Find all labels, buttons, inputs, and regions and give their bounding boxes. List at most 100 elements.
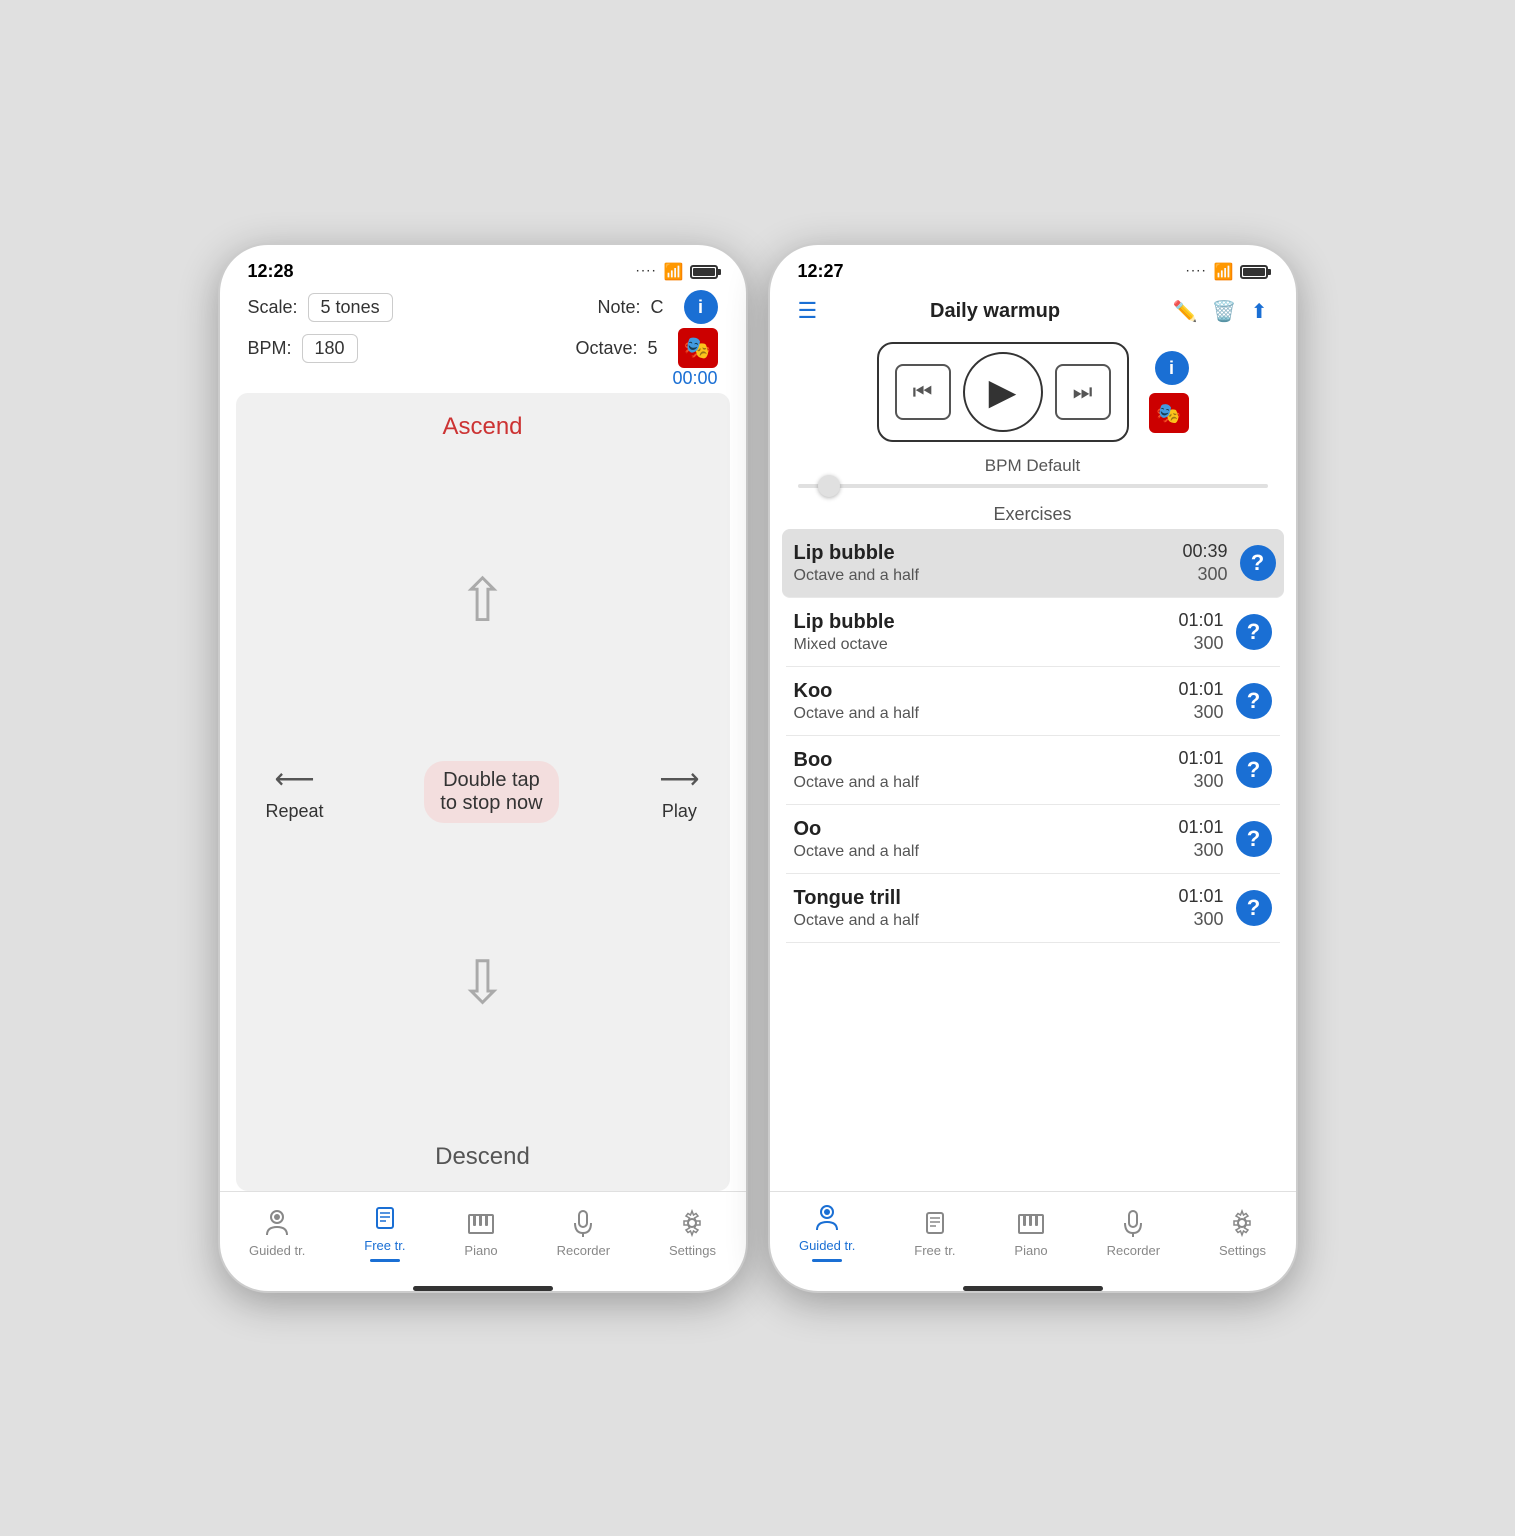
exercise-name-4: Oo [794, 818, 1179, 841]
note-value: C [651, 297, 664, 318]
help-button-0[interactable]: ? [1240, 545, 1276, 581]
exercise-bpm-5: 300 [1193, 909, 1223, 930]
exercise-time-4: 01:01 [1178, 817, 1223, 838]
header-row2: BPM: 180 Octave: 5 🎭 [220, 328, 746, 368]
player-section: ⏮ ▶ ⏭ i 🎭 [770, 332, 1296, 452]
phone1-free-training: 12:28 ···· 📶 Scale: 5 tones Note: C i BP… [218, 243, 748, 1293]
exercise-meta-2: 01:01 300 [1178, 679, 1223, 723]
tab-settings-label-1: Settings [669, 1243, 716, 1258]
free-tr-icon-1 [369, 1202, 401, 1234]
exercise-item-4[interactable]: Oo Octave and a half 01:01 300 ? [786, 805, 1280, 874]
tab-guided-1[interactable]: Guided tr. [249, 1207, 305, 1258]
double-tap-hint: Double tapto stop now [424, 761, 558, 823]
exercise-meta-0: 00:39 300 [1182, 541, 1227, 585]
note-label: Note: [597, 297, 640, 318]
exercise-meta-1: 01:01 300 [1178, 610, 1223, 654]
exercise-time-1: 01:01 [1178, 610, 1223, 631]
exercise-item-2[interactable]: Koo Octave and a half 01:01 300 ? [786, 667, 1280, 736]
player-side-icons: i 🎭 [1149, 351, 1189, 433]
tab-free-2[interactable]: Free tr. [914, 1207, 955, 1258]
exercise-name-3: Boo [794, 749, 1179, 772]
exercise-info-4: Oo Octave and a half [794, 818, 1179, 861]
exercise-bpm-1: 300 [1193, 633, 1223, 654]
battery-icon-1 [690, 265, 718, 279]
settings-icon-2 [1226, 1207, 1258, 1239]
hamburger-menu-icon[interactable]: ☰ [798, 298, 818, 324]
play-label: Play [662, 801, 697, 822]
bpm-slider[interactable] [770, 484, 1296, 496]
help-button-4[interactable]: ? [1236, 821, 1272, 857]
info-button-2[interactable]: i [1155, 351, 1189, 385]
status-icons-2: ···· 📶 [1186, 262, 1267, 282]
info-button-1[interactable]: i [684, 290, 718, 324]
slider-thumb[interactable] [818, 475, 840, 497]
exercise-info-1: Lip bubble Mixed octave [794, 611, 1179, 654]
tab-bar-2: Guided tr. Free tr. Pia [770, 1191, 1296, 1282]
delete-icon[interactable]: 🗑️ [1212, 299, 1237, 324]
help-button-3[interactable]: ? [1236, 752, 1272, 788]
exercise-sub-1: Mixed octave [794, 636, 1179, 654]
status-icons-1: ···· 📶 [636, 262, 717, 282]
prev-button[interactable]: ⏮ [895, 364, 951, 420]
mask-icon-2[interactable]: 🎭 [1149, 393, 1189, 433]
help-button-1[interactable]: ? [1236, 614, 1272, 650]
signal-dots-1: ···· [636, 266, 657, 277]
recorder-icon-1 [567, 1207, 599, 1239]
nav-bar-2: ☰ Daily warmup ✏️ 🗑️ ⬆ [770, 290, 1296, 332]
edit-icon[interactable]: ✏️ [1173, 299, 1198, 324]
tab-piano-2[interactable]: Piano [1014, 1207, 1047, 1258]
play-pause-button[interactable]: ▶ [963, 352, 1043, 432]
player-controls: ⏮ ▶ ⏭ [877, 342, 1129, 442]
descend-label: Descend [435, 1143, 530, 1171]
play-arrow-icon: ⟶ [659, 762, 699, 795]
settings-icon-1 [676, 1207, 708, 1239]
help-button-5[interactable]: ? [1236, 890, 1272, 926]
help-button-2[interactable]: ? [1236, 683, 1272, 719]
free-tr-icon-2 [919, 1207, 951, 1239]
repeat-button[interactable]: ⟵ Repeat [266, 762, 324, 822]
arrow-down-icon: ⇩ [457, 953, 507, 1013]
wifi-icon-2: 📶 [1214, 262, 1234, 282]
status-bar-2: 12:27 ···· 📶 [770, 245, 1296, 290]
exercise-item-3[interactable]: Boo Octave and a half 01:01 300 ? [786, 736, 1280, 805]
guided-tr-icon-1 [261, 1207, 293, 1239]
share-icon[interactable]: ⬆ [1251, 299, 1268, 324]
tab-recorder-1[interactable]: Recorder [557, 1207, 610, 1258]
exercise-info-2: Koo Octave and a half [794, 680, 1179, 723]
tab-settings-1[interactable]: Settings [669, 1207, 716, 1258]
mask-icon-1[interactable]: 🎭 [678, 328, 718, 368]
bpm-default: BPM Default [770, 452, 1296, 484]
exercise-meta-4: 01:01 300 [1178, 817, 1223, 861]
exercise-info-5: Tongue trill Octave and a half [794, 887, 1179, 930]
exercise-item-1[interactable]: Lip bubble Mixed octave 01:01 300 ? [786, 598, 1280, 667]
exercise-bpm-3: 300 [1193, 771, 1223, 792]
bpm-value[interactable]: 180 [302, 334, 358, 363]
play-button[interactable]: ⟶ Play [659, 762, 699, 822]
next-button[interactable]: ⏭ [1055, 364, 1111, 420]
tab-guided-underline-2 [812, 1259, 842, 1262]
recorder-icon-2 [1117, 1207, 1149, 1239]
tab-recorder-label-1: Recorder [557, 1243, 610, 1258]
exercise-bpm-4: 300 [1193, 840, 1223, 861]
exercise-time-2: 01:01 [1178, 679, 1223, 700]
tab-settings-label-2: Settings [1219, 1243, 1266, 1258]
tab-recorder-2[interactable]: Recorder [1107, 1207, 1160, 1258]
repeat-label: Repeat [266, 801, 324, 822]
battery-icon-2 [1240, 265, 1268, 279]
tab-free-1[interactable]: Free tr. [364, 1202, 405, 1262]
tab-guided-2[interactable]: Guided tr. [799, 1202, 855, 1262]
tab-piano-1[interactable]: Piano [464, 1207, 497, 1258]
tab-settings-2[interactable]: Settings [1219, 1207, 1266, 1258]
header-row1: Scale: 5 tones Note: C i [220, 290, 746, 324]
tab-bar-1: Guided tr. Free tr. Pia [220, 1191, 746, 1282]
home-indicator-2 [963, 1286, 1103, 1291]
scale-value[interactable]: 5 tones [308, 293, 393, 322]
exercise-list: Lip bubble Octave and a half 00:39 300 ?… [770, 529, 1296, 1191]
phone2-daily-warmup: 12:27 ···· 📶 ☰ Daily warmup ✏️ 🗑️ ⬆ ⏮ ▶ … [768, 243, 1298, 1293]
exercise-meta-3: 01:01 300 [1178, 748, 1223, 792]
arrow-up-icon: ⇧ [457, 571, 507, 631]
exercise-item-0[interactable]: Lip bubble Octave and a half 00:39 300 ? [782, 529, 1284, 598]
practice-area[interactable]: Ascend ⇧ ⟵ Repeat Double tapto stop now … [236, 393, 730, 1191]
exercise-item-5[interactable]: Tongue trill Octave and a half 01:01 300… [786, 874, 1280, 943]
slider-track [798, 484, 1268, 488]
